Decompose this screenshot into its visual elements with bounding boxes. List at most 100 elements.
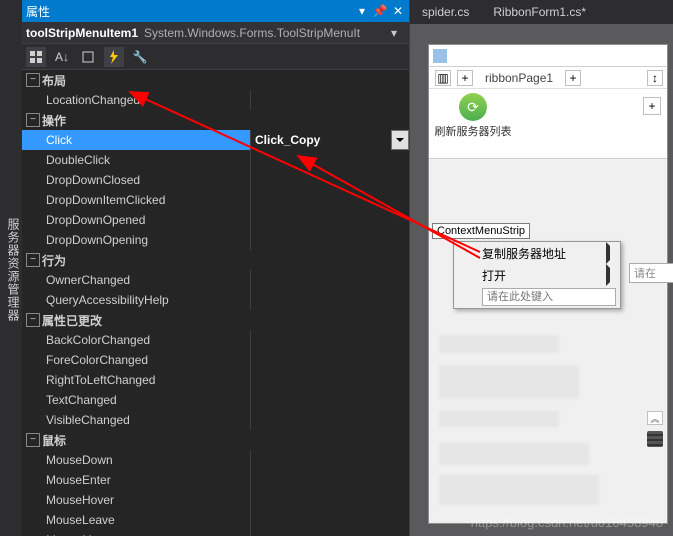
- property-value[interactable]: [250, 230, 409, 250]
- property-value[interactable]: [250, 210, 409, 230]
- property-name: DropDownOpened: [22, 210, 250, 230]
- categorized-icon[interactable]: [26, 47, 46, 67]
- property-row[interactable]: ClickClick_Copy: [22, 130, 409, 150]
- refresh-icon: ⟳: [459, 93, 487, 121]
- property-value[interactable]: [250, 510, 409, 530]
- category-label: 操作: [42, 112, 66, 129]
- expand-chevron-icon[interactable]: ︽: [647, 411, 663, 425]
- property-row[interactable]: TextChanged: [22, 390, 409, 410]
- alphabetical-icon[interactable]: A↓: [52, 47, 72, 67]
- category-row[interactable]: −鼠标: [22, 430, 409, 450]
- ribbon-add-icon[interactable]: +: [457, 70, 473, 86]
- menu-item-new-placeholder[interactable]: [454, 286, 620, 308]
- property-name: DropDownOpening: [22, 230, 250, 250]
- ribbon-control[interactable]: ▥ + ribbonPage1 + ↕ ⟳ 刷新服务器列表 +: [429, 67, 667, 159]
- property-row[interactable]: MouseLeave: [22, 510, 409, 530]
- submenu-new-item-input[interactable]: 请在: [629, 263, 673, 283]
- property-row[interactable]: DropDownOpening: [22, 230, 409, 250]
- form-surface[interactable]: ▥ + ribbonPage1 + ↕ ⟳ 刷新服务器列表 + Conte: [428, 44, 668, 524]
- property-row[interactable]: DropDownClosed: [22, 170, 409, 190]
- category-label: 属性已更改: [42, 312, 102, 329]
- property-name: VisibleChanged: [22, 410, 250, 430]
- property-value[interactable]: [250, 370, 409, 390]
- database-icon[interactable]: [647, 431, 663, 447]
- category-row[interactable]: −布局: [22, 70, 409, 90]
- category-row[interactable]: −行为: [22, 250, 409, 270]
- property-value[interactable]: [250, 350, 409, 370]
- context-menu[interactable]: 复制服务器地址 打开: [453, 241, 621, 309]
- property-value[interactable]: Click_Copy: [250, 130, 409, 150]
- property-grid[interactable]: −布局LocationChanged−操作ClickClick_CopyDoub…: [22, 70, 409, 536]
- object-selector[interactable]: toolStripMenuItem1 System.Windows.Forms.…: [22, 22, 409, 44]
- wrench-icon[interactable]: 🔧: [130, 47, 150, 67]
- collapse-icon[interactable]: −: [26, 113, 40, 127]
- refresh-servers-button[interactable]: ⟳ 刷新服务器列表: [433, 93, 513, 139]
- chevron-down-icon[interactable]: ▾: [391, 26, 405, 40]
- property-value[interactable]: [250, 530, 409, 536]
- window-icon: [433, 49, 447, 63]
- property-name: DropDownClosed: [22, 170, 250, 190]
- property-name: DoubleClick: [22, 150, 250, 170]
- menu-new-item-input[interactable]: [482, 288, 616, 306]
- editor-tab[interactable]: spider.cs: [410, 0, 481, 24]
- property-row[interactable]: LocationChanged: [22, 90, 409, 110]
- property-value[interactable]: [250, 270, 409, 290]
- property-value[interactable]: [250, 410, 409, 430]
- ribbon-menu-icon[interactable]: ▥: [435, 70, 451, 86]
- category-row[interactable]: −操作: [22, 110, 409, 130]
- property-row[interactable]: MouseEnter: [22, 470, 409, 490]
- property-row[interactable]: MouseMove: [22, 530, 409, 536]
- add-group-icon[interactable]: +: [643, 97, 661, 115]
- property-row[interactable]: VisibleChanged: [22, 410, 409, 430]
- property-value[interactable]: [250, 390, 409, 410]
- close-icon[interactable]: ✕: [391, 4, 405, 18]
- property-row[interactable]: DropDownOpened: [22, 210, 409, 230]
- property-value[interactable]: [250, 450, 409, 470]
- property-name: Click: [22, 130, 250, 150]
- property-row[interactable]: QueryAccessibilityHelp: [22, 290, 409, 310]
- ribbon-page-tab[interactable]: ribbonPage1: [479, 71, 559, 85]
- collapse-icon[interactable]: −: [26, 433, 40, 447]
- property-name: MouseEnter: [22, 470, 250, 490]
- property-row[interactable]: DropDownItemClicked: [22, 190, 409, 210]
- category-row[interactable]: −属性已更改: [22, 310, 409, 330]
- property-value[interactable]: [250, 290, 409, 310]
- property-value[interactable]: [250, 150, 409, 170]
- collapse-icon[interactable]: −: [26, 253, 40, 267]
- object-type: System.Windows.Forms.ToolStripMenuIt: [144, 26, 385, 40]
- property-row[interactable]: RightToLeftChanged: [22, 370, 409, 390]
- property-value[interactable]: [250, 190, 409, 210]
- properties-icon[interactable]: [78, 47, 98, 67]
- dropdown-button[interactable]: [391, 130, 409, 150]
- dropdown-icon[interactable]: ▾: [355, 4, 369, 18]
- property-name: RightToLeftChanged: [22, 370, 250, 390]
- collapse-icon[interactable]: −: [26, 73, 40, 87]
- menu-item-label: 打开: [482, 267, 506, 284]
- property-row[interactable]: MouseHover: [22, 490, 409, 510]
- contextmenustrip-label[interactable]: ContextMenuStrip: [432, 223, 530, 239]
- property-row[interactable]: OwnerChanged: [22, 270, 409, 290]
- collapse-icon[interactable]: −: [26, 313, 40, 327]
- menu-item-label: 复制服务器地址: [482, 245, 566, 262]
- pin-icon[interactable]: 📌: [373, 4, 387, 18]
- property-name: LocationChanged: [22, 90, 250, 110]
- editor-tabs: spider.cs RibbonForm1.cs*: [410, 0, 673, 24]
- property-row[interactable]: DoubleClick: [22, 150, 409, 170]
- designer-surface[interactable]: ▥ + ribbonPage1 + ↕ ⟳ 刷新服务器列表 + Conte: [410, 24, 673, 536]
- property-value[interactable]: [250, 330, 409, 350]
- property-value[interactable]: [250, 90, 409, 110]
- events-icon[interactable]: [104, 47, 124, 67]
- property-row[interactable]: MouseDown: [22, 450, 409, 470]
- property-row[interactable]: BackColorChanged: [22, 330, 409, 350]
- property-value[interactable]: [250, 490, 409, 510]
- ribbon-expand-icon[interactable]: ↕: [647, 70, 663, 86]
- sidebar-tab[interactable]: 服务器资源管理器: [5, 218, 22, 322]
- ribbon-add-page-icon[interactable]: +: [565, 70, 581, 86]
- editor-tab[interactable]: RibbonForm1.cs*: [481, 0, 598, 24]
- property-value[interactable]: [250, 170, 409, 190]
- property-name: DropDownItemClicked: [22, 190, 250, 210]
- property-value[interactable]: [250, 470, 409, 490]
- menu-item-open[interactable]: 打开: [454, 264, 620, 286]
- menu-item-copy-address[interactable]: 复制服务器地址: [454, 242, 620, 264]
- property-row[interactable]: ForeColorChanged: [22, 350, 409, 370]
